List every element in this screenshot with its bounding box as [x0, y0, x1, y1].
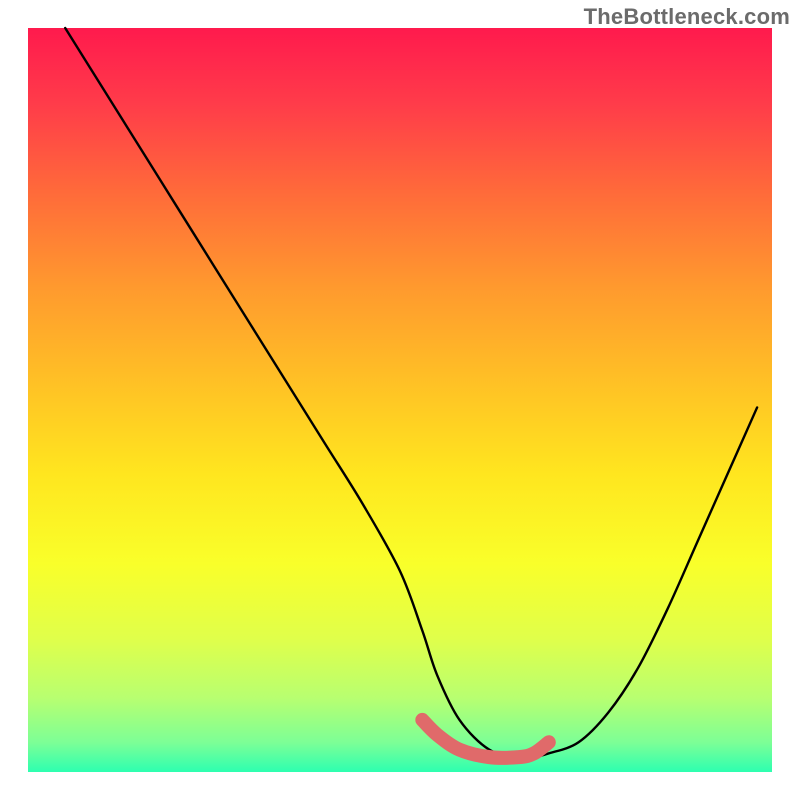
chart-stage: TheBottleneck.com [0, 0, 800, 800]
chart-svg [0, 0, 800, 800]
watermark-label: TheBottleneck.com [584, 4, 790, 30]
plot-background [28, 28, 772, 772]
